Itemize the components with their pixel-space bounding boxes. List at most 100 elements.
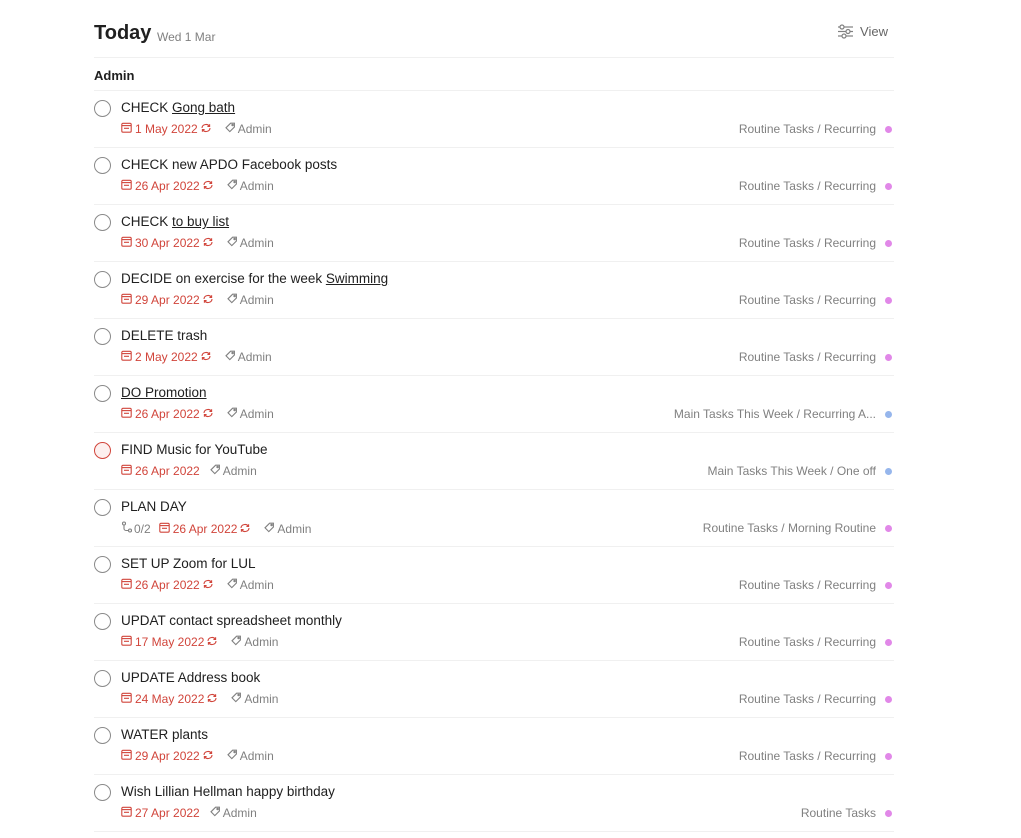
task-content[interactable]: UPDAT contact spreadsheet monthly — [121, 613, 342, 628]
due-date[interactable]: 29 Apr 2022 — [121, 749, 217, 763]
task-project[interactable]: Main Tasks This Week / Recurring A... — [674, 407, 892, 421]
task-checkbox[interactable] — [94, 727, 111, 744]
section-header: Admin — [94, 58, 894, 91]
task-content[interactable]: UPDATE Address book — [121, 670, 260, 685]
task-row[interactable]: DO Promotion 26 Apr 2022 Admin Main Tasks T… — [94, 376, 894, 433]
task-row[interactable]: DELETE trash 2 May 2022 Admin Routine Tasks… — [94, 319, 894, 376]
task-label[interactable]: Admin — [231, 635, 278, 649]
task-label[interactable]: Admin — [224, 122, 272, 136]
project-color-dot — [885, 353, 892, 361]
task-row[interactable]: CHECK new APDO Facebook posts 26 Apr 2022… — [94, 148, 894, 205]
tag-icon — [226, 749, 240, 763]
task-label[interactable]: Admin — [226, 236, 274, 250]
due-date[interactable]: 26 Apr 2022 — [121, 407, 217, 421]
task-project[interactable]: Routine Tasks / Recurring — [739, 236, 892, 250]
subtask-count[interactable]: 0/2 — [121, 521, 151, 536]
project-color-dot — [885, 125, 892, 133]
task-checkbox[interactable] — [94, 613, 111, 630]
task-row[interactable]: FIND Music for YouTube 26 Apr 2022 Admin Ma… — [94, 433, 894, 490]
task-project[interactable]: Routine Tasks / Recurring — [739, 350, 892, 364]
due-date[interactable]: 26 Apr 2022 — [158, 522, 255, 536]
tag-icon — [226, 578, 240, 592]
task-link[interactable]: DO Promotion — [121, 385, 207, 400]
task-row[interactable]: SET UP Zoom for LUL 26 Apr 2022 Admin Routi… — [94, 547, 894, 604]
task-checkbox[interactable] — [94, 499, 111, 516]
task-content[interactable]: CHECK new APDO Facebook posts — [121, 157, 337, 172]
due-date[interactable]: 26 Apr 2022 — [121, 179, 217, 193]
task-row[interactable]: Wish Lillian Hellman happy birthday 27 Ap… — [94, 775, 894, 832]
task-link[interactable]: Gong bath — [172, 100, 235, 115]
task-row[interactable]: CHECK Gong bath 1 May 2022 Admin Routine Ta… — [94, 91, 894, 148]
task-content[interactable]: SET UP Zoom for LUL — [121, 556, 256, 571]
due-date[interactable]: 29 Apr 2022 — [121, 293, 217, 307]
task-row[interactable]: PLAN DAY 0/2 26 Apr 2022 Admin Routine Tasks… — [94, 490, 894, 547]
task-content[interactable]: FIND Music for YouTube — [121, 442, 268, 457]
due-date[interactable]: 1 May 2022 — [121, 122, 215, 136]
task-content[interactable]: CHECK Gong bath — [121, 100, 235, 115]
task-label[interactable]: Admin — [226, 407, 274, 421]
task-checkbox[interactable] — [94, 100, 111, 117]
task-label[interactable]: Admin — [226, 293, 274, 307]
tag-icon — [224, 122, 238, 136]
task-link[interactable]: Swimming — [326, 271, 388, 286]
task-checkbox[interactable] — [94, 157, 111, 174]
due-date[interactable]: 26 Apr 2022 — [121, 464, 200, 478]
task-row[interactable]: DECIDE on exercise for the week Swimming… — [94, 262, 894, 319]
recurring-icon — [206, 692, 221, 706]
task-project[interactable]: Routine Tasks / Recurring — [739, 179, 892, 193]
page-header: Today Wed 1 Mar View — [94, 0, 894, 58]
task-checkbox[interactable] — [94, 385, 111, 402]
project-path: Routine Tasks — [800, 806, 876, 820]
task-label[interactable]: Admin — [209, 806, 257, 820]
label-text: Admin — [237, 350, 272, 364]
task-project[interactable]: Routine Tasks — [801, 806, 892, 820]
task-checkbox[interactable] — [94, 556, 111, 573]
due-date[interactable]: 30 Apr 2022 — [121, 236, 217, 250]
task-label[interactable]: Admin — [226, 749, 274, 763]
task-row[interactable]: UPDATE Address book 24 May 2022 Admin Routi… — [94, 661, 894, 718]
due-date[interactable]: 17 May 2022 — [121, 635, 221, 649]
task-content[interactable]: Wish Lillian Hellman happy birthday — [121, 784, 335, 799]
calendar-icon — [121, 806, 135, 820]
task-checkbox[interactable] — [94, 442, 111, 459]
task-link[interactable]: to buy list — [172, 214, 229, 229]
task-title: SET UP Zoom for LUL — [121, 556, 256, 571]
task-content[interactable]: DELETE trash — [121, 328, 207, 343]
due-date[interactable]: 27 Apr 2022 — [121, 806, 200, 820]
task-checkbox[interactable] — [94, 328, 111, 345]
task-label[interactable]: Admin — [226, 179, 274, 193]
task-content[interactable]: WATER plants — [121, 727, 208, 742]
task-project[interactable]: Routine Tasks / Morning Routine — [703, 521, 892, 535]
task-project[interactable]: Routine Tasks / Recurring — [739, 692, 892, 706]
task-checkbox[interactable] — [94, 784, 111, 801]
task-row[interactable]: CHECK to buy list 30 Apr 2022 Admin Routine… — [94, 205, 894, 262]
task-row[interactable]: WATER plants 29 Apr 2022 Admin Routine Task… — [94, 718, 894, 775]
task-checkbox[interactable] — [94, 214, 111, 231]
task-checkbox[interactable] — [94, 271, 111, 288]
due-date[interactable]: 26 Apr 2022 — [121, 578, 217, 592]
task-content[interactable]: DECIDE on exercise for the week Swimming — [121, 271, 388, 286]
task-checkbox[interactable] — [94, 670, 111, 687]
recurring-icon — [202, 749, 217, 763]
task-label[interactable]: Admin — [226, 578, 274, 592]
task-content[interactable]: PLAN DAY — [121, 499, 187, 514]
recurring-icon — [202, 407, 217, 421]
task-project[interactable]: Routine Tasks / Recurring — [739, 293, 892, 307]
task-content[interactable]: CHECK to buy list — [121, 214, 229, 229]
task-project[interactable]: Routine Tasks / Recurring — [739, 122, 892, 136]
task-content[interactable]: DO Promotion — [121, 385, 207, 400]
task-row[interactable]: UPDAT contact spreadsheet monthly 17 May … — [94, 604, 894, 661]
task-label[interactable]: Admin — [231, 692, 278, 706]
tag-icon — [226, 407, 240, 421]
task-label[interactable]: Admin — [264, 522, 311, 536]
task-label[interactable]: Admin — [209, 464, 257, 478]
task-project[interactable]: Routine Tasks / Recurring — [739, 635, 892, 649]
task-project[interactable]: Routine Tasks / Recurring — [739, 749, 892, 763]
subtask-icon — [121, 521, 134, 536]
task-project[interactable]: Routine Tasks / Recurring — [739, 578, 892, 592]
task-label[interactable]: Admin — [224, 350, 272, 364]
due-date[interactable]: 2 May 2022 — [121, 350, 215, 364]
view-button[interactable]: View — [837, 24, 888, 39]
due-date[interactable]: 24 May 2022 — [121, 692, 221, 706]
task-project[interactable]: Main Tasks This Week / One off — [707, 464, 892, 478]
